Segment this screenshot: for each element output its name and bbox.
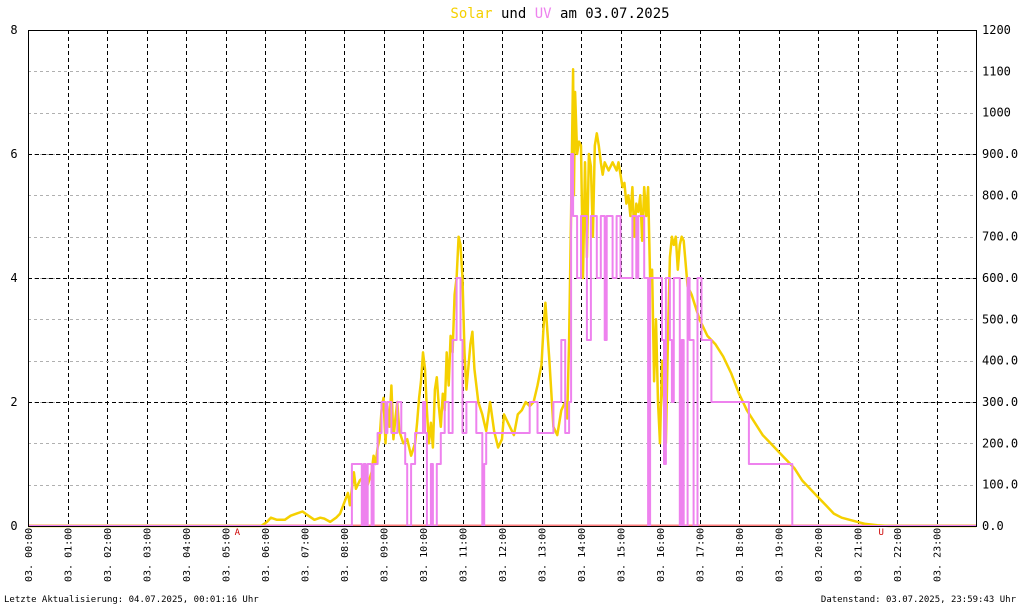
title-uv: UV [535,6,552,22]
x-tick-label: 03. 07:00 [301,528,312,582]
title-solar: Solar [450,6,492,22]
right-tick-label: 100.0 [982,478,1018,492]
x-tick-label: 03. 05:00 [222,528,233,582]
x-tick-label: 03. 22:00 [893,528,904,582]
x-tick-label: 03. 03:00 [143,528,154,582]
footer-last-update: Letzte Aktualisierung: 04.07.2025, 00:01… [4,595,259,605]
x-tick-label: 03. 18:00 [735,528,746,582]
footer-data-status: Datenstand: 03.07.2025, 23:59:43 Uhr [821,595,1017,605]
x-tick-label: 03. 10:00 [419,528,430,582]
x-tick-label: 03. 06:00 [261,528,272,582]
left-tick-label: 6 [10,147,17,161]
right-tick-label: 300.0 [982,395,1018,409]
x-tick-label: 03. 21:00 [854,528,865,582]
right-tick-label: 500.0 [982,312,1018,326]
solar-uv-chart: Solar und UV am 03.07.2025 0 2 4 6 8 0.0 100.… [0,0,1020,606]
chart-title: Solar und UV am 03.07.2025 [450,6,669,22]
right-tick-label: 1100 [982,64,1011,78]
x-tick-label: 03. 04:00 [182,528,193,582]
x-tick-label: 03. 08:00 [340,528,351,582]
left-tick-label: 2 [10,395,17,409]
x-tick-label: 03. 11:00 [459,528,470,582]
title-date: am 03.07.2025 [560,6,670,22]
right-tick-label: 600.0 [982,271,1018,285]
marker-label: U [878,528,883,538]
x-tick-label: 03. 16:00 [656,528,667,582]
chart-background [0,0,1020,606]
x-tick-label: 03. 20:00 [814,528,825,582]
right-tick-label: 200.0 [982,436,1018,450]
right-tick-label: 0.0 [982,519,1004,533]
x-tick-label: 03. 00:00 [24,528,35,582]
x-tick-label: 03. 23:00 [933,528,944,582]
right-tick-label: 400.0 [982,354,1018,368]
right-tick-label: 1200 [982,23,1011,37]
left-tick-label: 8 [10,23,17,37]
title-und: und [501,6,526,22]
right-tick-label: 800.0 [982,188,1018,202]
right-tick-label: 700.0 [982,230,1018,244]
right-tick-label: 900.0 [982,147,1018,161]
x-tick-label: 03. 01:00 [64,528,75,582]
x-tick-label: 03. 19:00 [775,528,786,582]
x-tick-label: 03. 09:00 [380,528,391,582]
x-tick-label: 03. 14:00 [577,528,588,582]
left-tick-label: 4 [10,271,17,285]
x-tick-label: 03. 17:00 [696,528,707,582]
marker-label: A [235,528,241,538]
x-tick-label: 03. 12:00 [498,528,509,582]
left-tick-label: 0 [10,519,17,533]
right-tick-label: 1000 [982,106,1011,120]
x-tick-label: 03. 02:00 [103,528,114,582]
x-tick-label: 03. 15:00 [617,528,628,582]
x-tick-label: 03. 13:00 [538,528,549,582]
